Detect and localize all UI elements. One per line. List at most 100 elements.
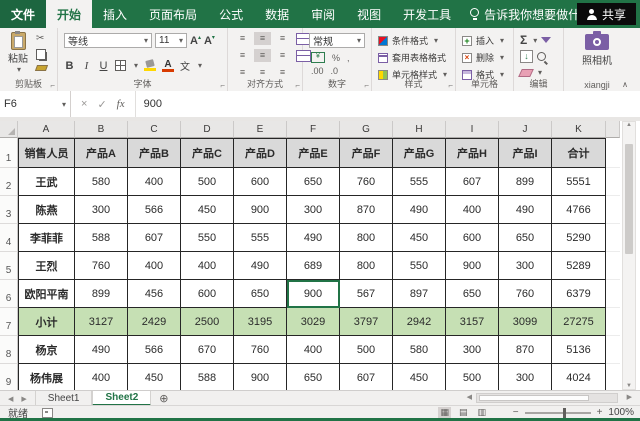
cell[interactable]: 400 [75,364,128,390]
cell[interactable]: 456 [128,280,181,308]
cell[interactable]: 566 [128,336,181,364]
select-all-corner[interactable] [0,121,18,138]
cell[interactable]: 588 [75,224,128,252]
cell-total[interactable]: 5290 [552,224,606,252]
phonetic-guide-button[interactable]: 文 [180,58,190,73]
header-cell[interactable]: 产品B [128,138,181,168]
cell[interactable]: 3797 [340,308,393,336]
cell[interactable]: 555 [393,168,446,196]
header-cell[interactable]: 产品A [75,138,128,168]
underline-button[interactable]: U [98,60,109,72]
share-button[interactable]: 共享 [577,3,636,25]
cell[interactable]: 899 [75,280,128,308]
cell[interactable]: 588 [181,364,234,390]
add-sheet-button[interactable]: ⊕ [151,391,176,406]
header-cell[interactable]: 产品I [499,138,552,168]
view-page-break-button[interactable]: ▥ [475,407,488,418]
format-painter-icon[interactable] [35,65,48,71]
cell[interactable]: 3029 [287,308,340,336]
number-format-select[interactable]: 常规 ▾ [309,33,365,48]
macro-record-icon[interactable] [42,408,53,418]
borders-button[interactable] [115,60,126,71]
align-left-button[interactable]: ≡ [234,49,251,62]
cell[interactable]: 300 [499,252,552,280]
cell[interactable]: 500 [181,168,234,196]
zoom-in-icon[interactable]: + [597,407,603,418]
row-header-9[interactable]: 9 [0,364,18,390]
cell[interactable]: 2500 [181,308,234,336]
cell[interactable]: 607 [128,224,181,252]
cell[interactable]: 3099 [499,308,552,336]
column-header-B[interactable]: B [75,121,128,138]
align-right-button[interactable]: ≡ [274,49,291,62]
copy-icon[interactable] [36,49,46,60]
column-header-H[interactable]: H [393,121,446,138]
align-center-button[interactable]: ≡ [254,49,271,62]
clear-button[interactable]: ▾ [520,68,542,77]
cell[interactable]: 300 [287,196,340,224]
font-color-button[interactable]: A [162,60,174,72]
prev-sheet-icon[interactable]: ◀ [8,395,13,403]
shrink-font-button[interactable]: A▾ [204,35,215,47]
cell[interactable]: 567 [340,280,393,308]
row-header-1[interactable]: 1 [0,138,18,168]
sheet-tab-Sheet1[interactable]: Sheet1 [35,391,93,406]
cell[interactable]: 450 [393,224,446,252]
zoom-slider-thumb[interactable] [563,408,566,418]
header-cell[interactable]: 产品F [340,138,393,168]
column-header-K[interactable]: K [552,121,606,138]
horizontal-scroll-thumb[interactable] [479,395,589,401]
cell[interactable]: 900 [287,280,340,308]
cell[interactable]: 杨京 [18,336,75,364]
header-cell[interactable]: 产品H [446,138,499,168]
column-header-D[interactable]: D [181,121,234,138]
cell[interactable]: 600 [234,168,287,196]
cell[interactable]: 550 [393,252,446,280]
row-header-6[interactable]: 6 [0,280,18,308]
zoom-out-icon[interactable]: − [513,407,519,418]
hscroll-left-icon[interactable]: ◀ [467,393,472,403]
fill-button[interactable]: ↓ [520,50,546,63]
cell[interactable]: 490 [287,224,340,252]
zoom-slider[interactable] [525,412,591,414]
cell[interactable]: 490 [75,336,128,364]
header-cell[interactable]: 合计 [552,138,606,168]
tab-公式[interactable]: 公式 [208,0,254,28]
cell[interactable]: 490 [234,252,287,280]
grow-font-button[interactable]: A▴ [190,35,201,47]
cell[interactable]: 650 [499,224,552,252]
cell[interactable]: 3127 [75,308,128,336]
cell[interactable]: 550 [181,224,234,252]
tab-file[interactable]: 文件 [0,0,46,28]
header-cell[interactable]: 产品C [181,138,234,168]
cell-total[interactable]: 6379 [552,280,606,308]
tab-数据[interactable]: 数据 [254,0,300,28]
increase-decimal-icon[interactable]: .00 [311,66,324,76]
format-as-table-button[interactable]: 套用表格格式 [378,51,446,64]
cell[interactable]: 600 [446,224,499,252]
cell[interactable]: 607 [446,168,499,196]
cell[interactable]: 490 [499,196,552,224]
cell-total[interactable]: 5289 [552,252,606,280]
cell[interactable]: 3157 [446,308,499,336]
cell[interactable]: 王烈 [18,252,75,280]
cell[interactable]: 2429 [128,308,181,336]
cell[interactable]: 650 [287,364,340,390]
cell[interactable]: 490 [393,196,446,224]
cell[interactable]: 870 [499,336,552,364]
cell[interactable]: 899 [499,168,552,196]
collapse-ribbon-icon[interactable]: ∧ [622,80,628,89]
paste-button[interactable]: 粘贴 ▾ [5,32,31,78]
sheet-tab-Sheet2[interactable]: Sheet2 [92,391,151,406]
cell[interactable]: 670 [181,336,234,364]
cell[interactable]: 650 [446,280,499,308]
cell[interactable]: 400 [181,252,234,280]
styles-dialog-launcher[interactable]: ⌐ [448,81,453,90]
cell[interactable]: 450 [128,364,181,390]
cell[interactable]: 897 [393,280,446,308]
tab-开发工具[interactable]: 开发工具 [392,0,462,28]
row-header-7[interactable]: 7 [0,308,18,336]
align-middle-button[interactable]: ≡ [254,32,271,45]
header-cell[interactable]: 产品D [234,138,287,168]
tab-开始[interactable]: 开始 [46,0,92,28]
